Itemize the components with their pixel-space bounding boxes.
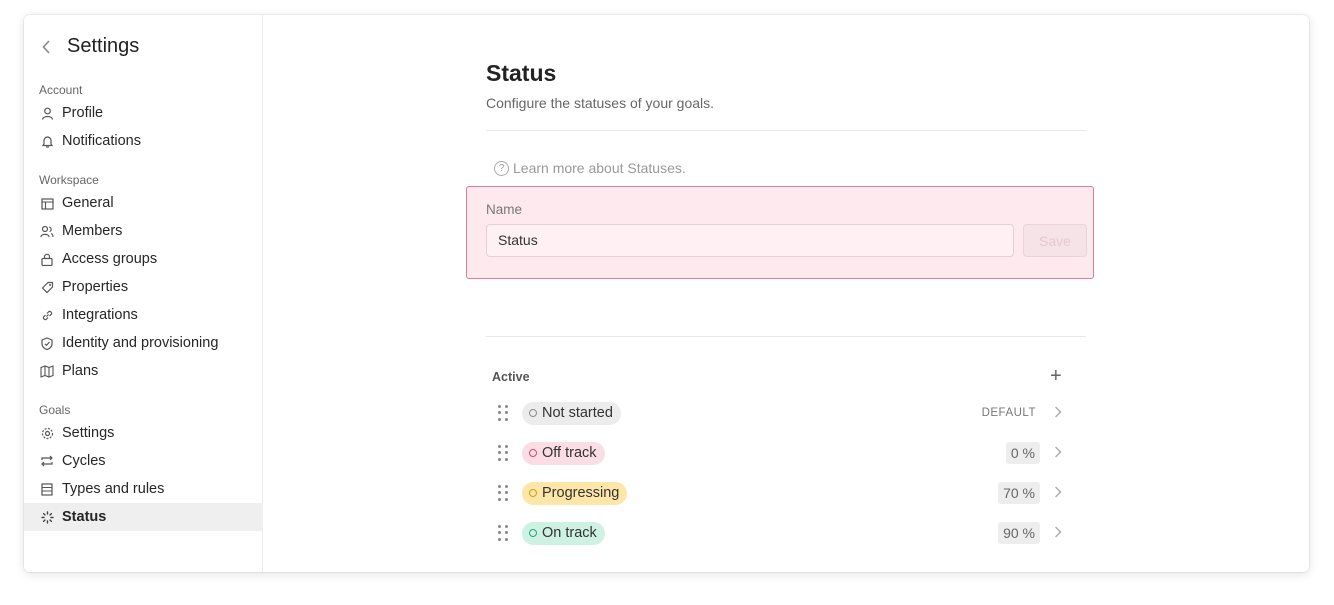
learn-more-link[interactable]: ? Learn more about Statuses. <box>494 160 686 176</box>
building-icon <box>40 196 54 210</box>
status-pill-not-started[interactable]: Not started <box>522 401 621 425</box>
status-label: On track <box>542 525 597 541</box>
divider <box>486 336 1086 337</box>
sidebar-item-identity[interactable]: Identity and provisioning <box>24 329 263 357</box>
percent-badge: 90 % <box>998 522 1040 544</box>
sidebar-item-cycles[interactable]: Cycles <box>24 447 263 475</box>
status-row: Off track 0 % <box>486 433 1086 473</box>
sidebar-title: Settings <box>67 35 140 57</box>
drag-handle-icon[interactable] <box>498 405 510 421</box>
sidebar-item-access-groups[interactable]: Access groups <box>24 245 263 273</box>
sidebar-item-label: Properties <box>62 279 129 295</box>
status-row: On track 90 % <box>486 513 1086 553</box>
sidebar-item-profile[interactable]: Profile <box>24 99 263 127</box>
status-dot-icon <box>529 529 537 537</box>
name-form: Name Status Save <box>466 186 1094 279</box>
status-label: Not started <box>542 405 613 421</box>
active-section-label: Active <box>492 370 530 384</box>
page-title: Status <box>486 60 557 86</box>
sidebar-item-types-rules[interactable]: Types and rules <box>24 475 263 503</box>
sidebar: Settings Account Profile Notifications W… <box>24 15 263 572</box>
shield-icon <box>40 336 54 350</box>
page-subtitle: Configure the statuses of your goals. <box>486 95 715 111</box>
sidebar-item-properties[interactable]: Properties <box>24 273 263 301</box>
sidebar-group-label: Goals <box>39 403 71 417</box>
status-dot-icon <box>529 489 537 497</box>
link-icon <box>40 308 54 322</box>
drag-handle-icon[interactable] <box>498 485 510 501</box>
sidebar-item-status[interactable]: Status <box>24 503 263 531</box>
name-label: Name <box>486 202 523 217</box>
sidebar-item-plans[interactable]: Plans <box>24 357 263 385</box>
status-row: Not started DEFAULT <box>486 393 1086 433</box>
divider <box>486 130 1086 131</box>
settings-window: Settings Account Profile Notifications W… <box>24 15 1309 572</box>
chevron-right-icon[interactable] <box>1054 485 1064 501</box>
status-pill-progressing[interactable]: Progressing <box>522 481 628 505</box>
chevron-right-icon[interactable] <box>1054 525 1064 541</box>
status-label: Progressing <box>542 485 620 501</box>
percent-badge: 0 % <box>1005 442 1040 464</box>
status-dot-icon <box>529 449 537 457</box>
map-icon <box>40 364 54 378</box>
members-icon <box>40 224 54 238</box>
sidebar-group-label: Workspace <box>39 173 99 187</box>
status-pill-off-track[interactable]: Off track <box>522 441 605 465</box>
sidebar-item-label: Settings <box>62 425 115 441</box>
name-input[interactable]: Status <box>486 224 1014 257</box>
sidebar-item-label: Identity and provisioning <box>62 335 219 351</box>
tag-icon <box>40 280 54 294</box>
sidebar-item-label: Profile <box>62 105 104 121</box>
status-label: Off track <box>542 445 597 461</box>
chevron-right-icon[interactable] <box>1054 405 1064 421</box>
bell-icon <box>40 134 54 148</box>
sidebar-item-label: Integrations <box>62 307 138 323</box>
sidebar-group-account: Account Profile Notifications <box>24 81 263 155</box>
sidebar-item-label: Cycles <box>62 453 106 469</box>
sidebar-item-general[interactable]: General <box>24 189 263 217</box>
cycle-icon <box>40 454 54 468</box>
sidebar-group-goals: Goals Settings Cycles Types and rules St… <box>24 401 263 531</box>
back-chevron-icon[interactable] <box>38 36 54 58</box>
sidebar-item-members[interactable]: Members <box>24 217 263 245</box>
drag-handle-icon[interactable] <box>498 525 510 541</box>
status-pill-on-track[interactable]: On track <box>522 521 605 545</box>
person-icon <box>40 106 54 120</box>
status-row: Progressing 70 % <box>486 473 1086 513</box>
percent-badge: 70 % <box>998 482 1040 504</box>
sidebar-item-label: Access groups <box>62 251 158 267</box>
gear-icon <box>40 426 54 440</box>
sidebar-item-label: Notifications <box>62 133 141 149</box>
add-status-icon[interactable]: + <box>1050 366 1062 386</box>
lock-icon <box>40 252 54 266</box>
save-button[interactable]: Save <box>1023 224 1087 257</box>
default-badge: DEFAULT <box>981 407 1036 419</box>
sidebar-item-integrations[interactable]: Integrations <box>24 301 263 329</box>
sidebar-item-label: Members <box>62 223 123 239</box>
sidebar-item-label: General <box>62 195 114 211</box>
chevron-right-icon[interactable] <box>1054 445 1064 461</box>
sidebar-item-label: Plans <box>62 363 99 379</box>
sidebar-group-workspace: Workspace General Members Access groups … <box>24 171 263 385</box>
sidebar-item-label: Types and rules <box>62 481 165 497</box>
main-panel: Status Configure the statuses of your go… <box>264 15 1309 572</box>
sidebar-header: Settings <box>38 35 139 58</box>
question-icon: ? <box>494 160 509 176</box>
status-icon <box>40 510 54 524</box>
sidebar-item-notifications[interactable]: Notifications <box>24 127 263 155</box>
status-dot-icon <box>529 409 537 417</box>
sidebar-item-label: Status <box>62 509 107 525</box>
list-icon <box>40 482 54 496</box>
learn-more-label: Learn more about Statuses. <box>513 160 686 176</box>
drag-handle-icon[interactable] <box>498 445 510 461</box>
sidebar-group-label: Account <box>39 83 83 97</box>
sidebar-item-goal-settings[interactable]: Settings <box>24 419 263 447</box>
